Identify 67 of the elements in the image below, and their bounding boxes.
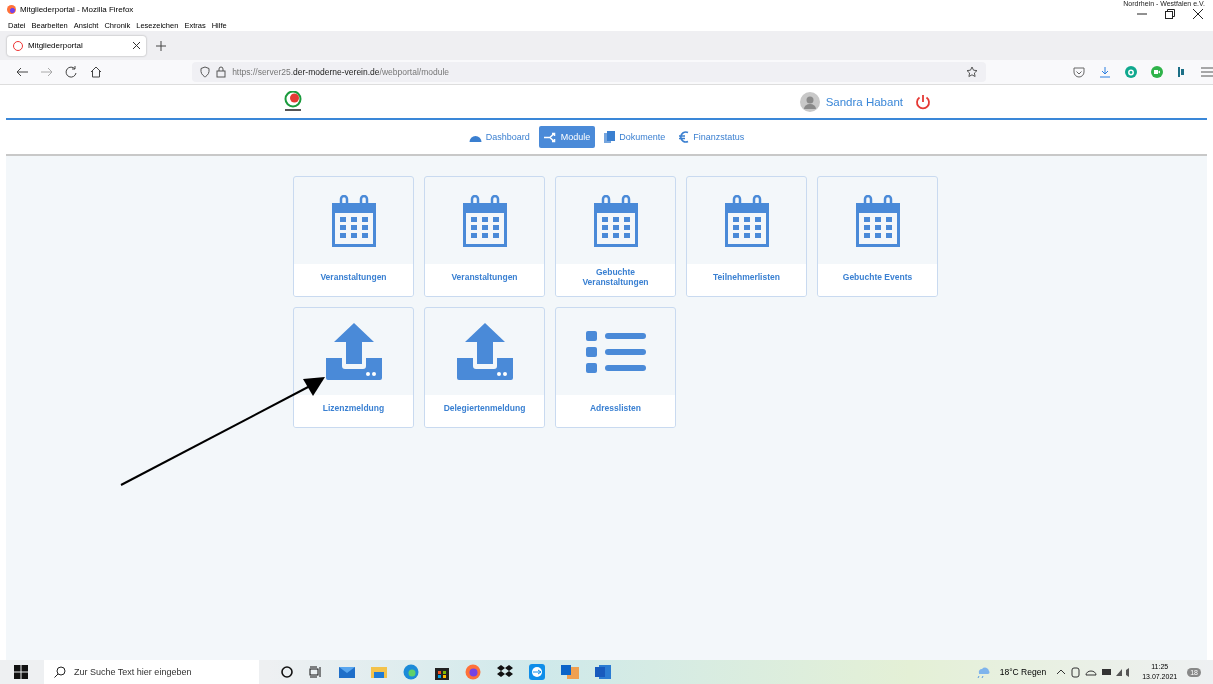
folder-icon[interactable] [371,665,387,679]
module-label: Veranstaltungen [451,272,518,282]
module-tile[interactable]: Veranstaltungen [293,176,414,297]
list-icon [585,330,646,373]
word-icon[interactable] [595,664,611,680]
calendar-icon [853,194,902,247]
module-tile[interactable]: Gebuchte Events [817,176,938,297]
user-name[interactable]: Sandra Habant [825,95,903,108]
browser-tab[interactable]: Mitgliederportal [7,35,146,56]
pocket-icon[interactable] [1073,66,1086,78]
split-arrow-icon [543,131,557,143]
upload-icon [454,322,515,381]
module-tile[interactable]: Teilnehmerlisten [686,176,807,297]
module-label: Teilnehmerlisten [713,272,780,282]
address-field[interactable]: https://server25.der-moderne-verein.de/webportal/module [192,62,987,82]
module-tile[interactable]: Lizenzmeldung [293,307,414,428]
dropbox-icon[interactable] [497,665,513,679]
nav-tab[interactable]: Dashboard [463,126,535,148]
avatar-icon [799,91,820,112]
weather-text[interactable]: 18°C Regen [999,667,1047,677]
bookmark-star-icon[interactable] [966,66,979,78]
reload-icon[interactable] [65,66,77,78]
module-tile[interactable]: Veranstaltungen [424,176,545,297]
taskbar-search-field[interactable]: Zur Suche Text hier eingeben [44,660,259,684]
new-tab-icon[interactable] [156,40,166,51]
nav-tab[interactable]: Finanzstatus [674,126,750,148]
firefox-icon[interactable] [465,664,481,680]
module-label: Adresslisten [590,403,641,413]
module-tile[interactable]: Adresslisten [555,307,676,428]
start-icon[interactable] [14,665,28,679]
nav-tab[interactable]: Module [538,126,596,148]
calendar-icon [722,194,771,247]
task-view-icon[interactable] [309,666,323,678]
nav-tab[interactable]: Dokumente [599,126,671,148]
lock-icon[interactable] [216,66,227,78]
browser-icon[interactable] [403,664,419,680]
back-icon[interactable] [16,67,28,77]
extension-icon[interactable] [1151,66,1164,78]
module-label: Gebuchte Veranstaltungen [581,267,650,287]
documents-icon [604,131,616,143]
cortana-icon[interactable] [281,666,293,678]
power-icon[interactable] [915,93,931,110]
close-tab-icon[interactable] [133,42,140,49]
extension-icon[interactable] [1125,66,1138,78]
calendar-icon [329,194,378,247]
upload-icon [323,322,384,381]
firefox-logo-icon [7,5,16,14]
club-logo-icon[interactable] [284,90,302,113]
module-label: Delegiertenmeldung [443,403,526,413]
mail-icon[interactable] [339,665,355,679]
window-title: Mitgliederportal - Mozilla Firefox [20,5,134,14]
search-icon [54,666,66,678]
outlook-icon[interactable] [561,664,579,680]
close-icon[interactable] [1193,8,1203,19]
home-icon[interactable] [89,66,102,78]
module-label: Veranstaltungen [320,272,387,282]
euro-icon [679,131,690,143]
calendar-icon [591,194,640,247]
module-tile[interactable]: Gebuchte Veranstaltungen [555,176,676,297]
module-label: Gebuchte Events [842,272,913,282]
module-label: Lizenzmeldung [322,403,385,413]
download-icon[interactable] [1099,66,1112,78]
restore-icon[interactable] [1165,8,1175,19]
calendar-icon [460,194,509,247]
remote-icon[interactable] [529,664,545,680]
module-tile[interactable]: Delegiertenmeldung [424,307,545,428]
shield-icon[interactable] [200,66,211,78]
